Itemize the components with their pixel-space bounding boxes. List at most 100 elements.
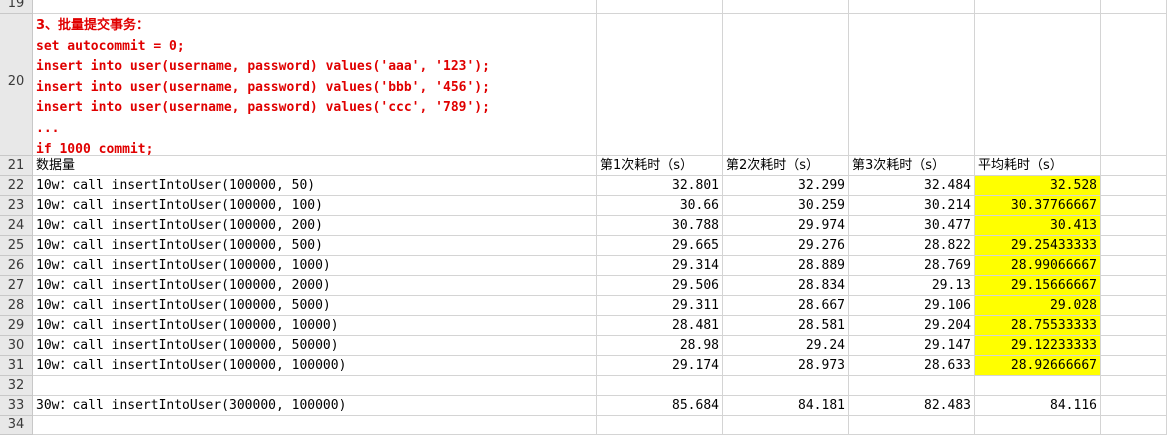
run2-cell[interactable]: 84.181 [723, 396, 849, 416]
empty-cell[interactable] [1101, 216, 1167, 236]
run3-cell[interactable]: 82.483 [849, 396, 975, 416]
cell-b19[interactable] [597, 0, 723, 14]
empty-cell[interactable] [33, 376, 597, 396]
label-cell[interactable]: 10w：call insertIntoUser(100000, 500) [33, 236, 597, 256]
average-cell[interactable]: 29.028 [975, 296, 1101, 316]
empty-cell[interactable] [1101, 296, 1167, 316]
row-header-19[interactable]: 19 [0, 0, 33, 14]
cell-f20[interactable] [1101, 14, 1167, 156]
run1-cell[interactable]: 32.801 [597, 176, 723, 196]
run1-cell[interactable]: 30.66 [597, 196, 723, 216]
run1-cell[interactable]: 29.311 [597, 296, 723, 316]
cell-e19[interactable] [975, 0, 1101, 14]
run1-cell[interactable]: 30.788 [597, 216, 723, 236]
run1-cell[interactable]: 29.506 [597, 276, 723, 296]
empty-cell[interactable] [975, 376, 1101, 396]
empty-cell[interactable] [1101, 236, 1167, 256]
empty-cell[interactable] [849, 416, 975, 435]
sql-note-cell[interactable]: 3、批量提交事务： set autocommit = 0; insert into … [33, 14, 597, 157]
row-header[interactable]: 31 [0, 356, 33, 376]
row-header-32[interactable]: 32 [0, 376, 33, 396]
run1-cell[interactable]: 28.481 [597, 316, 723, 336]
run2-cell[interactable]: 30.259 [723, 196, 849, 216]
run3-cell[interactable]: 29.106 [849, 296, 975, 316]
row-header-21[interactable]: 21 [0, 156, 33, 176]
row-header-34[interactable]: 34 [0, 416, 33, 435]
cell-c20[interactable] [723, 14, 849, 156]
run1-cell[interactable]: 29.665 [597, 236, 723, 256]
label-cell[interactable]: 10w：call insertIntoUser(100000, 50000) [33, 336, 597, 356]
run2-cell[interactable]: 28.973 [723, 356, 849, 376]
run1-cell[interactable]: 85.684 [597, 396, 723, 416]
run2-cell[interactable]: 28.581 [723, 316, 849, 336]
label-cell[interactable]: 10w：call insertIntoUser(100000, 100000) [33, 356, 597, 376]
empty-cell[interactable] [975, 416, 1101, 435]
row-header[interactable]: 23 [0, 196, 33, 216]
average-cell[interactable]: 28.75533333 [975, 316, 1101, 336]
run2-cell[interactable]: 29.24 [723, 336, 849, 356]
average-cell[interactable]: 84.116 [975, 396, 1101, 416]
run2-cell[interactable]: 29.276 [723, 236, 849, 256]
label-cell[interactable]: 30w：call insertIntoUser(300000, 100000) [33, 396, 597, 416]
row-header[interactable]: 29 [0, 316, 33, 336]
run2-cell[interactable]: 28.889 [723, 256, 849, 276]
row-header[interactable]: 30 [0, 336, 33, 356]
average-cell[interactable]: 32.528 [975, 176, 1101, 196]
average-cell[interactable]: 28.99066667 [975, 256, 1101, 276]
empty-cell[interactable] [1101, 356, 1167, 376]
cell-d19[interactable] [849, 0, 975, 14]
run1-cell[interactable]: 28.98 [597, 336, 723, 356]
label-cell[interactable]: 10w：call insertIntoUser(100000, 50) [33, 176, 597, 196]
empty-cell[interactable] [1101, 316, 1167, 336]
header-cell-run2[interactable]: 第2次耗时（s） [723, 156, 849, 176]
label-cell[interactable]: 10w：call insertIntoUser(100000, 1000) [33, 256, 597, 276]
run2-cell[interactable]: 29.974 [723, 216, 849, 236]
label-cell[interactable]: 10w：call insertIntoUser(100000, 10000) [33, 316, 597, 336]
empty-cell[interactable] [1101, 276, 1167, 296]
average-cell[interactable]: 29.15666667 [975, 276, 1101, 296]
row-header[interactable]: 24 [0, 216, 33, 236]
empty-cell[interactable] [1101, 256, 1167, 276]
run2-cell[interactable]: 32.299 [723, 176, 849, 196]
empty-cell[interactable] [1101, 176, 1167, 196]
row-header-20[interactable]: 20 [0, 14, 33, 156]
row-header[interactable]: 26 [0, 256, 33, 276]
cell-d20[interactable] [849, 14, 975, 156]
cell-e20[interactable] [975, 14, 1101, 156]
average-cell[interactable]: 29.25433333 [975, 236, 1101, 256]
run3-cell[interactable]: 29.204 [849, 316, 975, 336]
cell-b20[interactable] [597, 14, 723, 156]
run3-cell[interactable]: 30.214 [849, 196, 975, 216]
average-cell[interactable]: 28.92666667 [975, 356, 1101, 376]
average-cell[interactable]: 30.413 [975, 216, 1101, 236]
run1-cell[interactable]: 29.314 [597, 256, 723, 276]
run3-cell[interactable]: 29.147 [849, 336, 975, 356]
run3-cell[interactable]: 28.769 [849, 256, 975, 276]
run1-cell[interactable]: 29.174 [597, 356, 723, 376]
empty-cell[interactable] [1101, 396, 1167, 416]
cell-c19[interactable] [723, 0, 849, 14]
label-cell[interactable]: 10w：call insertIntoUser(100000, 2000) [33, 276, 597, 296]
run3-cell[interactable]: 32.484 [849, 176, 975, 196]
row-header-33[interactable]: 33 [0, 396, 33, 416]
empty-cell[interactable] [1101, 196, 1167, 216]
row-header[interactable]: 22 [0, 176, 33, 196]
row-header[interactable]: 25 [0, 236, 33, 256]
label-cell[interactable]: 10w：call insertIntoUser(100000, 200) [33, 216, 597, 236]
empty-cell[interactable] [1101, 376, 1167, 396]
run2-cell[interactable]: 28.667 [723, 296, 849, 316]
header-cell-run3[interactable]: 第3次耗时（s） [849, 156, 975, 176]
empty-cell[interactable] [597, 416, 723, 435]
header-cell-average[interactable]: 平均耗时（s） [975, 156, 1101, 176]
run3-cell[interactable]: 29.13 [849, 276, 975, 296]
average-cell[interactable]: 29.12233333 [975, 336, 1101, 356]
empty-cell[interactable] [723, 416, 849, 435]
header-cell-run1[interactable]: 第1次耗时（s） [597, 156, 723, 176]
run3-cell[interactable]: 28.633 [849, 356, 975, 376]
empty-cell[interactable] [33, 416, 597, 435]
empty-cell[interactable] [1101, 416, 1167, 435]
label-cell[interactable]: 10w：call insertIntoUser(100000, 5000) [33, 296, 597, 316]
label-cell[interactable]: 10w：call insertIntoUser(100000, 100) [33, 196, 597, 216]
row-header[interactable]: 28 [0, 296, 33, 316]
empty-cell[interactable] [1101, 336, 1167, 356]
